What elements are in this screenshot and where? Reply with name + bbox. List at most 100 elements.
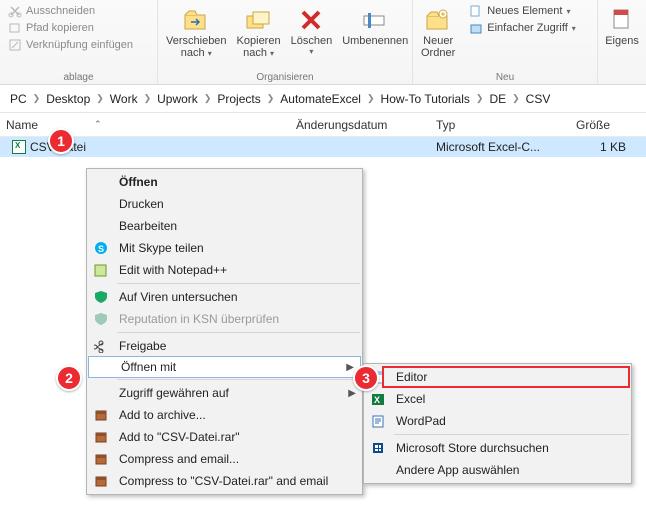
new-folder-button[interactable]: Neuer Ordner <box>419 3 457 59</box>
separator <box>394 434 629 435</box>
shield-icon <box>93 289 109 305</box>
ctx-add-rar[interactable]: Add to "CSV-Datei.rar" <box>87 426 362 448</box>
separator <box>117 332 360 333</box>
ctx-ksn[interactable]: Reputation in KSN überprüfen <box>87 308 362 330</box>
ribbon: Ausschneiden Pfad kopieren Verknüpfung e… <box>0 0 646 85</box>
ow-editor[interactable]: Editor <box>364 366 631 388</box>
ctx-print[interactable]: Drucken <box>87 193 362 215</box>
ctx-notepadpp[interactable]: Edit with Notepad++ <box>87 259 362 281</box>
chevron-right-icon: ❯ <box>202 93 214 104</box>
ctx-share[interactable]: Freigabe <box>87 335 362 357</box>
ribbon-group-properties: Eigens <box>598 0 646 84</box>
ctx-compress-rar-email[interactable]: Compress to "CSV-Datei.rar" and email <box>87 470 362 492</box>
paste-link-button[interactable]: Verknüpfung einfügen <box>6 37 151 53</box>
svg-text:S: S <box>98 244 104 254</box>
col-type[interactable]: Typ <box>430 114 570 136</box>
separator <box>117 283 360 284</box>
chevron-right-icon: ❯ <box>31 93 43 104</box>
clipboard-group-title: ablage <box>6 72 151 83</box>
delete-x-icon <box>296 5 326 35</box>
col-size[interactable]: Größe <box>570 114 630 136</box>
copy-label-2: nach ▾ <box>243 47 274 60</box>
ctx-virus[interactable]: Auf Viren untersuchen <box>87 286 362 308</box>
properties-button[interactable]: Eigens <box>604 3 640 47</box>
copy-path-button[interactable]: Pfad kopieren <box>6 20 151 36</box>
excel-file-icon <box>12 140 26 154</box>
organize-group-title: Organisieren <box>164 72 406 83</box>
store-icon <box>370 440 386 456</box>
ctx-archive[interactable]: Add to archive... <box>87 404 362 426</box>
callout-2: 2 <box>56 365 82 391</box>
ow-excel[interactable]: X Excel <box>364 388 631 410</box>
crumb-desktop[interactable]: Desktop <box>42 92 94 106</box>
winrar-icon <box>93 429 109 445</box>
ribbon-group-new: Neuer Ordner Neues Element ▾ Einfacher Z… <box>413 0 598 84</box>
crumb-projects[interactable]: Projects <box>213 92 264 106</box>
chevron-right-icon: ❯ <box>94 93 106 104</box>
delete-button[interactable]: Löschen ▾ <box>289 3 335 56</box>
move-to-button[interactable]: Verschieben nach ▾ <box>164 3 229 60</box>
rename-button[interactable]: Umbenennen <box>340 3 410 47</box>
new-item-icon <box>469 4 483 18</box>
chevron-right-icon: ❯ <box>265 93 277 104</box>
copy-to-button[interactable]: Kopieren nach ▾ <box>235 3 283 60</box>
ow-wordpad[interactable]: WordPad <box>364 410 631 432</box>
column-headers: Name ⌃ Änderungsdatum Typ Größe <box>0 113 646 137</box>
ctx-open-with[interactable]: Öffnen mit ▶ <box>88 356 361 378</box>
crumb-howto[interactable]: How-To Tutorials <box>377 92 474 106</box>
col-name[interactable]: Name ⌃ <box>0 114 290 136</box>
ctx-skype[interactable]: S Mit Skype teilen <box>87 237 362 259</box>
crumb-automateexcel[interactable]: AutomateExcel <box>276 92 365 106</box>
wordpad-icon <box>370 413 386 429</box>
chevron-right-icon: ❯ <box>474 93 486 104</box>
ow-other[interactable]: Andere App auswählen <box>364 459 631 481</box>
easy-access-button[interactable]: Einfacher Zugriff ▾ <box>467 20 578 36</box>
ctx-compress-email[interactable]: Compress and email... <box>87 448 362 470</box>
shield-grey-icon <box>93 311 109 327</box>
move-label-1: Verschieben <box>166 35 227 47</box>
rename-label: Umbenennen <box>342 35 408 47</box>
chevron-right-icon: ❯ <box>365 93 377 104</box>
col-date[interactable]: Änderungsdatum <box>290 114 430 136</box>
winrar-icon <box>93 407 109 423</box>
crumb-work[interactable]: Work <box>106 92 142 106</box>
move-label-2: nach ▾ <box>181 47 212 60</box>
newfolder-l1: Neuer <box>423 35 453 47</box>
submenu-arrow-icon: ▶ <box>346 362 354 373</box>
new-item-label: Neues Element <box>487 5 562 17</box>
chevron-right-icon: ❯ <box>142 93 154 104</box>
delete-label: Löschen <box>291 35 333 47</box>
copy-label-1: Kopieren <box>237 35 281 47</box>
easy-access-label: Einfacher Zugriff <box>487 22 568 34</box>
winrar-icon <box>93 451 109 467</box>
share-icon <box>93 338 109 354</box>
scissors-icon <box>8 4 22 18</box>
ribbon-group-clipboard: Ausschneiden Pfad kopieren Verknüpfung e… <box>0 0 158 84</box>
ctx-edit[interactable]: Bearbeiten <box>87 215 362 237</box>
new-folder-icon <box>423 5 453 35</box>
open-with-submenu: Editor X Excel WordPad Microsoft Store d… <box>363 363 632 484</box>
file-type: Microsoft Excel-C... <box>430 140 570 154</box>
paste-link-label: Verknüpfung einfügen <box>26 39 133 51</box>
cut-button[interactable]: Ausschneiden <box>6 3 151 19</box>
breadcrumb[interactable]: PC❯ Desktop❯ Work❯ Upwork❯ Projects❯ Aut… <box>0 85 646 113</box>
file-row-selected[interactable]: CSV-Datei Microsoft Excel-C... 1 KB <box>0 137 646 157</box>
ctx-open[interactable]: Öffnen <box>87 171 362 193</box>
excel-icon: X <box>370 391 386 407</box>
ow-store[interactable]: Microsoft Store durchsuchen <box>364 437 631 459</box>
file-size: 1 KB <box>570 140 630 154</box>
properties-icon <box>607 5 637 35</box>
winrar-icon <box>93 473 109 489</box>
crumb-de[interactable]: DE <box>485 92 510 106</box>
new-item-button[interactable]: Neues Element ▾ <box>467 3 578 19</box>
ctx-grant-access[interactable]: Zugriff gewähren auf ▶ <box>87 382 362 404</box>
move-folder-icon <box>181 5 211 35</box>
props-label: Eigens <box>605 35 639 47</box>
chevron-right-icon: ❯ <box>510 93 522 104</box>
cut-label: Ausschneiden <box>26 5 95 17</box>
crumb-csv[interactable]: CSV <box>522 92 555 106</box>
crumb-upwork[interactable]: Upwork <box>153 92 202 106</box>
svg-text:X: X <box>374 395 380 405</box>
path-icon <box>8 21 22 35</box>
crumb-pc[interactable]: PC <box>6 92 31 106</box>
